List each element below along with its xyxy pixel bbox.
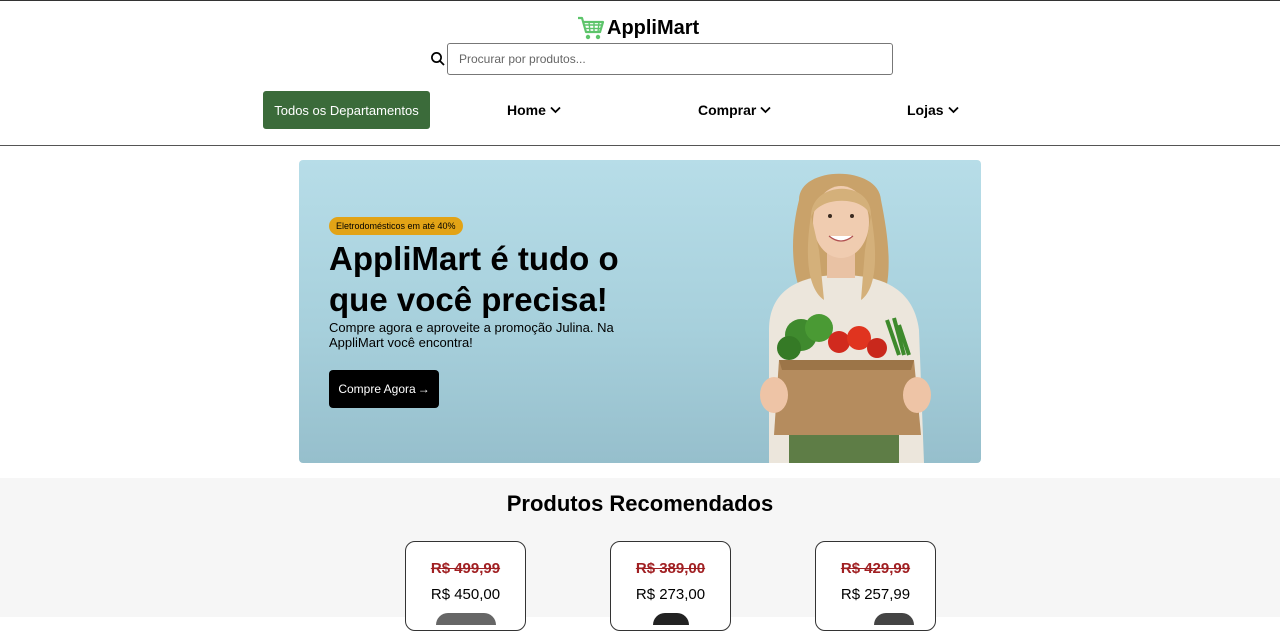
brand-logo[interactable]: AppliMart (577, 15, 699, 41)
chevron-down-icon (760, 106, 771, 114)
nav-comprar[interactable]: Comprar (698, 102, 771, 118)
shopping-cart-icon (578, 16, 605, 40)
old-price: R$ 429,99 (840, 560, 911, 577)
promo-badge: Eletrodomésticos em até 40% (329, 217, 463, 235)
old-price: R$ 389,00 (635, 560, 706, 577)
nav-home-label: Home (507, 102, 546, 118)
hero-woman-groceries-image (760, 173, 931, 463)
chevron-down-icon (550, 106, 561, 114)
arrow-right-icon: → (417, 382, 430, 396)
brand-name: AppliMart (607, 16, 700, 39)
shop-now-label: Compre Agora (338, 382, 416, 396)
product-card[interactable]: R$ 499,99 R$ 450,00 (405, 541, 526, 631)
site-header: AppliMart Todos os Departamentos Home Co… (0, 1, 1280, 146)
search-input[interactable] (447, 43, 893, 75)
nav-lojas-label: Lojas (907, 102, 944, 118)
new-price: R$ 273,00 (635, 586, 706, 603)
product-image (653, 613, 689, 625)
chevron-down-icon (947, 106, 959, 114)
new-price: R$ 450,00 (430, 586, 501, 603)
product-image (874, 613, 914, 625)
search-icon[interactable] (430, 51, 446, 67)
search-bar (430, 43, 893, 75)
hero-subtitle: Compre agora e aproveite a promoção Juli… (329, 320, 614, 350)
shop-now-button[interactable]: Compre Agora → (329, 370, 439, 408)
hero-banner: Eletrodomésticos em até 40% AppliMart é … (299, 160, 981, 463)
product-card[interactable]: R$ 389,00 R$ 273,00 (610, 541, 731, 631)
recommended-title: Produtos Recomendados (506, 491, 774, 516)
old-price: R$ 499,99 (430, 560, 501, 577)
product-card[interactable]: R$ 429,99 R$ 257,99 (815, 541, 936, 631)
nav-home[interactable]: Home (507, 102, 561, 118)
all-departments-button[interactable]: Todos os Departamentos (263, 91, 430, 129)
recommended-products-section: Produtos Recomendados R$ 499,99 R$ 450,0… (0, 478, 1280, 631)
new-price: R$ 257,99 (840, 586, 911, 603)
nav-comprar-label: Comprar (698, 102, 757, 118)
nav-lojas[interactable]: Lojas (907, 102, 959, 118)
product-image (436, 613, 496, 625)
hero-title: AppliMart é tudo o que você precisa! (329, 240, 619, 318)
